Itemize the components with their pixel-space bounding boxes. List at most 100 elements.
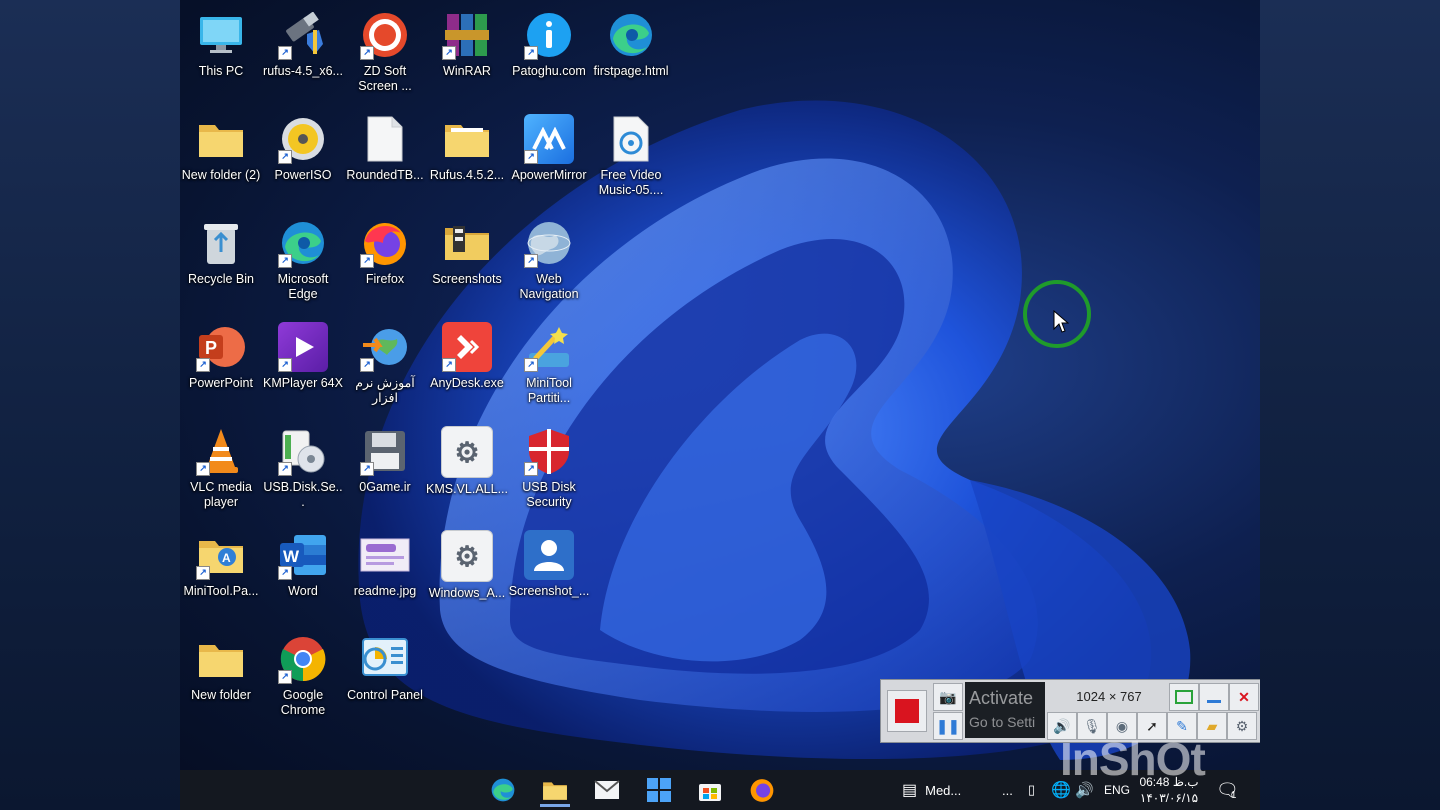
icon-label: Rufus.4.5.2... [429, 168, 505, 182]
icon-label: MiniTool Partiti... [526, 376, 572, 405]
recording-timer-panel: Activate Go to Setti [965, 682, 1045, 738]
desktop-icon-poweriso[interactable]: ↗ PowerISO [262, 108, 344, 208]
desktop-icon-readme[interactable]: readme.jpg [344, 524, 426, 624]
gear-icon: ⚙ [454, 436, 480, 468]
taskbar-mail[interactable] [592, 776, 622, 804]
desktop-icon-kms-vl-all[interactable]: ⚙ KMS.VL.ALL... [426, 420, 508, 520]
icon-label: PowerPoint [189, 376, 253, 390]
shortcut-arrow-icon: ↗ [196, 566, 210, 580]
desktop-icon-firefox[interactable]: ↗ Firefox [344, 212, 426, 312]
desktop-icon-usb-disk-security[interactable]: ↗ USB Disk Security [508, 420, 590, 520]
screenshot-button[interactable]: 📷 [933, 683, 963, 711]
desktop-icon-windows-a[interactable]: ⚙ Windows_A... [426, 524, 508, 624]
settings-file-icon: ⚙ [441, 530, 493, 582]
svg-text:A: A [222, 551, 231, 565]
pause-button[interactable]: ❚❚ [933, 712, 963, 740]
icon-label: rufus-4.5_x6... [263, 64, 343, 78]
shield-icon: ↗ [524, 426, 574, 476]
tray-overflow-button[interactable]: ... [1002, 770, 1013, 810]
taskbar-widget[interactable]: ▤ Med... [902, 770, 961, 810]
settings-file-icon: ⚙ [441, 426, 493, 478]
taskbar-firefox[interactable] [747, 776, 777, 804]
taskbar-file-explorer[interactable] [540, 776, 570, 807]
desktop-icon-new-folder[interactable]: New folder [180, 628, 262, 728]
desktop-icon-recycle-bin[interactable]: Recycle Bin [180, 212, 262, 312]
taskbar-edge[interactable] [488, 776, 518, 804]
icon-label: USB.Disk.Se... [263, 480, 343, 509]
desktop-icon-minitool-partition[interactable]: ↗ MiniTool Partiti... [508, 316, 590, 416]
shortcut-arrow-icon: ↗ [524, 46, 538, 60]
desktop-icon-minitool-pa[interactable]: A ↗ MiniTool.Pa... [180, 524, 262, 624]
icon-label: Word [288, 584, 318, 598]
desktop-icon-new-folder-2[interactable]: New folder (2) [180, 108, 262, 208]
icon-label: New folder [191, 688, 251, 702]
icon-label: ApowerMirror [511, 168, 587, 182]
icon-label: RoundedTB... [346, 168, 424, 182]
minimize-button[interactable] [1199, 683, 1229, 711]
close-button[interactable]: ✕ [1229, 683, 1259, 711]
desktop-icon-word[interactable]: W ↗ Word [262, 524, 344, 624]
shortcut-arrow-icon: ↗ [360, 46, 374, 60]
icon-label: Windows_A... [428, 586, 506, 600]
mail-icon [594, 780, 620, 799]
desktop-icon-anydesk[interactable]: ↗ AnyDesk.exe [426, 316, 508, 416]
winrar-books-icon: ↗ [442, 10, 492, 60]
desktop-icon-screenshot[interactable]: Screenshot_... [508, 524, 590, 624]
powerpoint-icon: P ↗ [196, 322, 246, 372]
settings-button[interactable]: ⚙ [1227, 712, 1257, 740]
taskbar-store[interactable] [695, 776, 725, 804]
desktop-icon-amoozesh[interactable]: ↗ آموزش نرم افزار [344, 316, 426, 416]
edge-icon [606, 10, 656, 60]
shortcut-arrow-icon: ↗ [360, 462, 374, 476]
shortcut-arrow-icon: ↗ [196, 462, 210, 476]
folder-icon [543, 782, 567, 800]
edge-icon: ↗ [278, 218, 328, 268]
desktop-icon-powerpoint[interactable]: P ↗ PowerPoint [180, 316, 262, 416]
close-icon: ✕ [1238, 688, 1250, 705]
desktop-icon-winrar[interactable]: ↗ WinRAR [426, 4, 508, 104]
left-letterbox [0, 0, 180, 810]
desktop-icon-zd-soft[interactable]: ↗ ZD Soft Screen ... [344, 4, 426, 104]
magic-wand-icon: ↗ [524, 322, 574, 372]
desktop-icon-rufus-452[interactable]: Rufus.4.5.2... [426, 108, 508, 208]
desktop-icon-web-navigation[interactable]: ↗ Web Navigation [508, 212, 590, 312]
desktop-icon-firstpage[interactable]: firstpage.html [590, 4, 672, 104]
desktop-icon-0game[interactable]: ↗ 0Game.ir [344, 420, 426, 520]
svg-text:W: W [283, 547, 300, 566]
shortcut-arrow-icon: ↗ [524, 254, 538, 268]
desktop-icon-screenshots[interactable]: Screenshots [426, 212, 508, 312]
firefox-icon [750, 779, 774, 802]
news-icon: ▤ [902, 782, 918, 799]
info-circle-icon: ↗ [524, 10, 574, 60]
blank-file-icon [360, 114, 410, 164]
desktop-icon-usb-disk-se[interactable]: ↗ USB.Disk.Se... [262, 420, 344, 520]
desktop-icon-vlc[interactable]: ↗ VLC media player [180, 420, 262, 520]
desktop-icon-apowermirror[interactable]: ↗ ApowerMirror [508, 108, 590, 208]
desktop-icon-free-video-music[interactable]: Free Video Music-05.... [590, 108, 672, 208]
taskbar-start[interactable] [644, 776, 674, 804]
activate-windows-text: Activate [969, 688, 1034, 708]
region-select-button[interactable] [1169, 683, 1199, 711]
svg-text:P: P [205, 338, 217, 358]
desktop-icon-control-panel[interactable]: Control Panel [344, 628, 426, 728]
desktop-icon-kmplayer[interactable]: ↗ KMPlayer 64X [262, 316, 344, 416]
desktop-icon-rufus[interactable]: ↗ rufus-4.5_x6... [262, 4, 344, 104]
stop-square-icon [895, 699, 919, 723]
clock-date: ۱۴۰۳/۰۶/۱۵ [1139, 791, 1199, 805]
desktop-icon-google-chrome[interactable]: ↗ Google Chrome [262, 628, 344, 728]
icon-label: New folder (2) [181, 168, 261, 182]
tray-device-button[interactable]: ▯ [1028, 770, 1035, 810]
desktop-icon-microsoft-edge[interactable]: ↗ Microsoft Edge [262, 212, 344, 312]
notification-center-button[interactable]: 🗨 1 [1216, 770, 1239, 810]
folder-app-icon: A ↗ [196, 530, 246, 580]
icon-label: Screenshots [432, 272, 502, 286]
resolution-label: 1024 × 767 [1076, 689, 1142, 704]
stop-record-button[interactable] [887, 690, 927, 732]
shortcut-arrow-icon: ↗ [196, 358, 210, 372]
desktop-icon-roundedtb[interactable]: RoundedTB... [344, 108, 426, 208]
desktop-icon-this-pc[interactable]: This PC [180, 4, 262, 104]
icon-label: Recycle Bin [188, 272, 254, 286]
desktop-icon-patoghu[interactable]: ↗ Patoghu.com [508, 4, 590, 104]
shortcut-arrow-icon: ↗ [278, 254, 292, 268]
firefox-icon: ↗ [360, 218, 410, 268]
